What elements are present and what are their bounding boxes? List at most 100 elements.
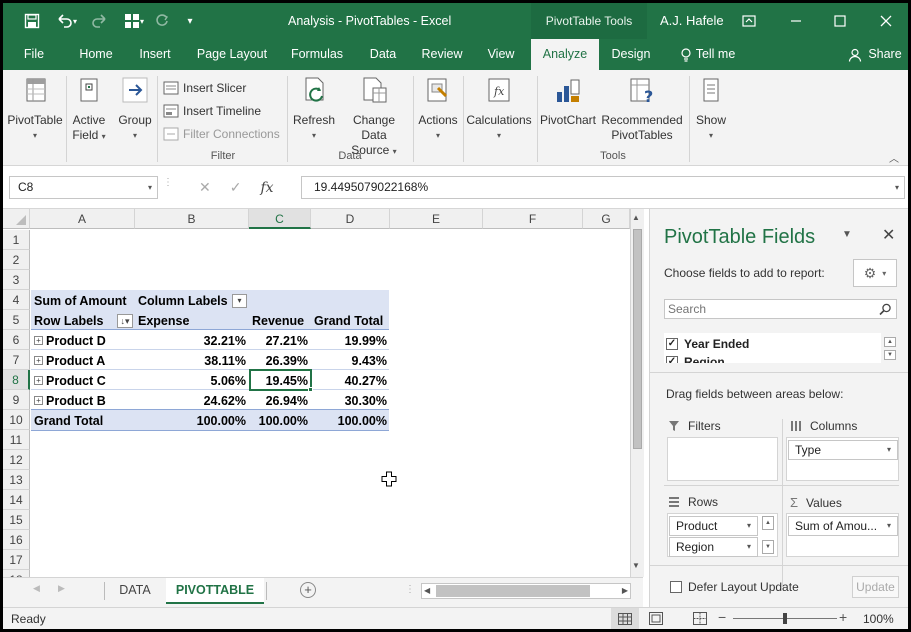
row-header-3[interactable]: 3 — [3, 270, 30, 290]
values-drop-area[interactable]: Sum of Amou... ▾ — [786, 513, 899, 557]
tell-me[interactable]: Tell me — [673, 39, 743, 70]
rows-scroll-down-icon[interactable]: ▼ — [762, 540, 774, 554]
tab-data[interactable]: Data — [363, 39, 403, 70]
column-header-c[interactable]: C — [249, 209, 311, 229]
row-header-18[interactable]: 18 — [3, 570, 30, 577]
worksheet-grid[interactable]: A B C D E F G 12345678910111213141516171… — [3, 209, 643, 577]
defer-layout-checkbox[interactable] — [670, 581, 682, 593]
enter-icon[interactable]: ✓ — [230, 179, 242, 196]
close-icon[interactable] — [873, 9, 899, 33]
field-region[interactable]: ✓ Region — [666, 353, 725, 363]
field-list-scroll-down-icon[interactable]: ▼ — [884, 350, 896, 360]
expand-collapse-icon[interactable]: + — [34, 376, 43, 385]
rows-scroll-up-icon[interactable]: ▲ — [762, 516, 774, 530]
zoom-level[interactable]: 100% — [863, 612, 894, 626]
recommended-pivottables-button[interactable]: ? Recommended PivotTables — [599, 76, 685, 143]
name-box-dropdown-icon[interactable]: ▾ — [148, 177, 152, 198]
pivot-header-grand-total[interactable]: Grand Total — [311, 311, 386, 331]
column-header-d[interactable]: D — [311, 209, 390, 229]
new-sheet-icon[interactable]: + — [300, 582, 316, 598]
scroll-right-icon[interactable]: ▶ — [622, 586, 628, 595]
expand-collapse-icon[interactable]: + — [34, 356, 43, 365]
cancel-icon[interactable]: ✕ — [199, 179, 211, 196]
chip-dropdown-icon[interactable]: ▾ — [747, 538, 751, 556]
tab-page-layout[interactable]: Page Layout — [192, 39, 272, 70]
column-header-g[interactable]: G — [583, 209, 630, 229]
row-header-2[interactable]: 2 — [3, 250, 30, 270]
row-header-16[interactable]: 16 — [3, 530, 30, 550]
chip-dropdown-icon[interactable]: ▾ — [747, 517, 751, 535]
tab-review[interactable]: Review — [415, 39, 469, 70]
insert-function-icon[interactable]: fx — [260, 180, 273, 196]
field-layout-button[interactable]: ⚙ ▾ — [853, 259, 897, 287]
tab-formulas[interactable]: Formulas — [285, 39, 349, 70]
filters-drop-area[interactable] — [667, 437, 778, 481]
pivot-row-labels[interactable]: Row Labels — [31, 311, 106, 331]
zoom-in-icon[interactable]: + — [839, 609, 847, 625]
column-header-e[interactable]: E — [390, 209, 483, 229]
expand-formula-icon[interactable]: ▾ — [895, 177, 899, 198]
tab-home[interactable]: Home — [73, 39, 119, 70]
horizontal-scrollbar[interactable]: ◀ ▶ — [421, 583, 631, 599]
pivot-row-label[interactable]: Product B — [43, 391, 109, 411]
select-all-corner[interactable] — [3, 209, 30, 229]
field-list-scroll-up-icon[interactable]: ▲ — [884, 337, 896, 347]
row-header-17[interactable]: 17 — [3, 550, 30, 570]
calculations-button[interactable]: fx Calculations ▾ — [463, 76, 535, 143]
horizontal-scroll-thumb[interactable] — [436, 585, 590, 597]
scroll-up-icon[interactable]: ▲ — [632, 213, 640, 222]
pivot-sum-label[interactable]: Sum of Amount — [31, 291, 130, 311]
formula-bar-grip[interactable]: ⋮ — [163, 178, 173, 194]
user-name[interactable]: A.J. Hafele — [660, 13, 724, 28]
values-field-sum-of-amount[interactable]: Sum of Amou... ▾ — [788, 516, 898, 536]
row-header-4[interactable]: 4 — [3, 290, 30, 310]
update-button[interactable]: Update — [852, 576, 899, 598]
pivot-header-expense[interactable]: Expense — [135, 311, 192, 331]
pivot-value-cell[interactable]: 32.21% — [135, 331, 249, 351]
checkbox-checked-icon[interactable]: ✓ — [666, 338, 678, 350]
pivot-header-revenue[interactable]: Revenue — [249, 311, 307, 331]
ribbon-display-icon[interactable] — [736, 9, 762, 33]
pivot-grand-total-all[interactable]: 100.00% — [311, 411, 390, 431]
pivot-value-cell[interactable]: 38.11% — [135, 351, 249, 371]
maximize-icon[interactable] — [827, 9, 853, 33]
tab-file[interactable]: File — [14, 39, 54, 70]
columns-field-type[interactable]: Type ▾ — [788, 440, 898, 460]
prev-sheet-icon[interactable]: ◀ — [33, 583, 40, 594]
next-sheet-icon[interactable]: ▶ — [58, 583, 65, 594]
actions-button[interactable]: Actions ▾ — [415, 76, 461, 143]
refresh-qat-icon[interactable] — [151, 11, 173, 31]
page-layout-view-button[interactable] — [649, 612, 663, 628]
column-header-a[interactable]: A — [30, 209, 135, 229]
checkbox-checked-icon[interactable]: ✓ — [666, 356, 678, 363]
vertical-scroll-thumb[interactable] — [633, 229, 642, 449]
collapse-ribbon-icon[interactable]: ︿ — [889, 150, 899, 165]
row-header-15[interactable]: 15 — [3, 510, 30, 530]
save-icon[interactable] — [21, 11, 43, 31]
normal-view-button[interactable] — [611, 608, 639, 629]
columns-drop-area[interactable]: Type ▾ — [786, 437, 899, 481]
row-header-14[interactable]: 14 — [3, 490, 30, 510]
scroll-left-icon[interactable]: ◀ — [424, 586, 430, 595]
pivot-value-cell[interactable]: 30.30% — [311, 391, 390, 411]
tab-design[interactable]: Design — [605, 39, 657, 70]
insert-slicer-button[interactable]: Insert Slicer — [163, 78, 246, 98]
fill-handle[interactable] — [308, 387, 313, 392]
filter-connections-button[interactable]: Filter Connections — [163, 124, 280, 144]
row-header-12[interactable]: 12 — [3, 450, 30, 470]
layout-dropdown-icon[interactable]: ▾ — [137, 11, 147, 31]
search-icon[interactable] — [879, 303, 892, 316]
field-list[interactable]: ✓ Year Ended ✓ Region — [664, 333, 881, 363]
zoom-slider-thumb[interactable] — [783, 613, 787, 624]
pivot-value-cell[interactable]: 5.06% — [135, 371, 249, 391]
column-header-f[interactable]: F — [483, 209, 583, 229]
pane-options-icon[interactable]: ▼ — [842, 229, 852, 240]
name-box[interactable]: C8 ▾ — [9, 176, 158, 199]
pivot-value-cell[interactable]: 19.99% — [311, 331, 390, 351]
tab-split-grip[interactable]: ⋮ — [405, 585, 415, 595]
page-break-view-button[interactable] — [693, 612, 707, 628]
tab-insert[interactable]: Insert — [133, 39, 177, 70]
chip-dropdown-icon[interactable]: ▾ — [887, 441, 891, 459]
column-header-b[interactable]: B — [135, 209, 249, 229]
insert-timeline-button[interactable]: Insert Timeline — [163, 101, 261, 121]
